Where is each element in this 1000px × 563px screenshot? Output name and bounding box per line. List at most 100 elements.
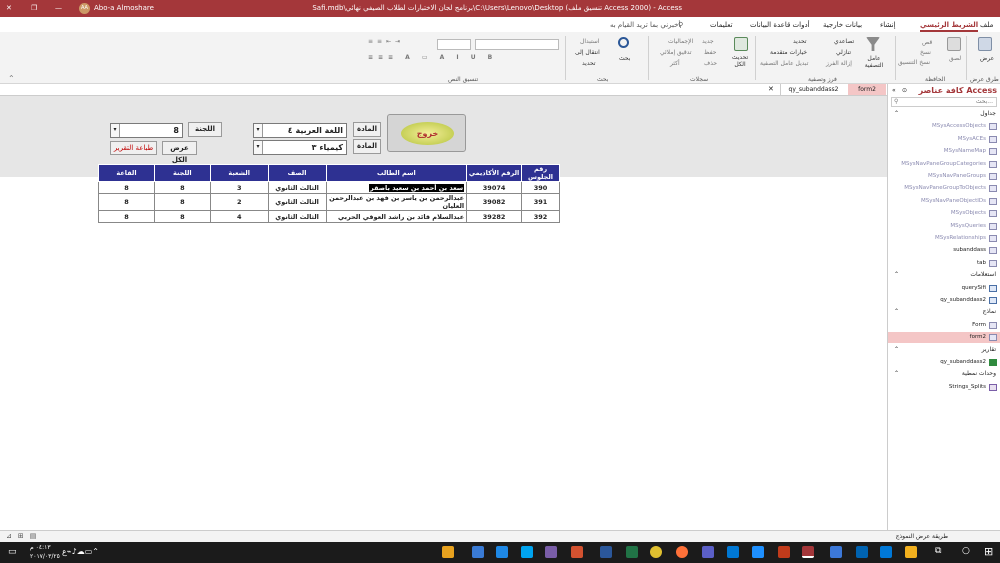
tab-external-data[interactable]: بيانات خارجية [823, 21, 862, 29]
view-switch-icons[interactable]: ⊿⊞▤ [6, 532, 42, 540]
nav-item[interactable]: Strings_Splits [888, 382, 1000, 393]
cell-grade[interactable]: الثالث الثانوي [267, 193, 327, 211]
nav-section-header[interactable]: تقارير [982, 346, 996, 353]
table-row[interactable]: 392 39282 عبدالسلام قائد بن راشد العوقي … [98, 210, 560, 223]
font-name-box[interactable] [475, 39, 559, 50]
table-row[interactable]: 390 39074 سعد بن أحمد بن سعيد باصقر الثا… [98, 181, 560, 194]
show-all-button[interactable]: عرض الكل [162, 141, 197, 164]
selection-button[interactable]: تحديد [793, 38, 807, 45]
filter-button[interactable]: عامل التصفية [863, 55, 885, 69]
filter-icon[interactable] [866, 37, 880, 51]
nav-item[interactable]: MSysNavPaneObjectIDs [888, 196, 1000, 207]
save-record-button[interactable]: حفظ [704, 49, 716, 56]
clock-date[interactable]: ٢٠١٧/٠٣/٢٥ [30, 553, 60, 560]
app-taskbar-icon[interactable] [496, 546, 508, 558]
cell-section[interactable]: 2 [209, 193, 269, 211]
cell-committee[interactable]: 8 [153, 181, 211, 194]
tell-me-box[interactable]: أخبرني بما تريد القيام به [610, 21, 680, 29]
nav-section-header[interactable]: استعلامات [970, 271, 996, 278]
start-icon[interactable]: ⊞ [984, 545, 993, 558]
goto-button[interactable]: انتقال إلى [575, 49, 600, 56]
ie-taskbar-icon[interactable] [752, 546, 764, 558]
paste-icon[interactable] [947, 37, 961, 51]
chevron-down-icon[interactable]: ▾ [254, 141, 263, 154]
more-button[interactable]: أكثر [670, 60, 680, 67]
firefox-taskbar-icon[interactable] [676, 546, 688, 558]
app-taskbar-icon[interactable] [521, 546, 533, 558]
view-button[interactable]: عرض [980, 55, 994, 62]
powerpoint-taskbar-icon[interactable] [778, 546, 790, 558]
tab-qy-subanddass2[interactable]: qy_subanddass2 [780, 84, 846, 95]
nav-item[interactable]: MSysObjects [888, 208, 1000, 219]
descending-button[interactable]: تنازلي [836, 49, 851, 56]
tab-create[interactable]: إنشاء [880, 21, 896, 29]
chrome-taskbar-icon[interactable] [650, 546, 662, 558]
committee-combo[interactable]: ▾ 8 [110, 123, 183, 138]
new-record-button[interactable]: جديد [702, 38, 714, 45]
app-taskbar-icon[interactable] [545, 546, 557, 558]
nav-item[interactable]: subanddass [888, 245, 1000, 256]
nav-item[interactable]: MSysNavPaneGroupToObjects [888, 183, 1000, 194]
nav-item[interactable]: MSysRelationships [888, 233, 1000, 244]
tab-help[interactable]: تعليمات [710, 21, 733, 29]
cell-seat[interactable]: 391 [521, 193, 560, 211]
word-taskbar-icon[interactable] [600, 546, 612, 558]
app-taskbar-icon[interactable] [727, 546, 739, 558]
nav-item[interactable]: qy_subanddass2 [888, 295, 1000, 306]
refresh-all-button[interactable]: تحديث الكل [730, 54, 750, 68]
collapse-pane-icon[interactable]: « [892, 87, 896, 94]
chevron-down-icon[interactable]: ▾ [254, 124, 263, 137]
find-icon[interactable] [618, 37, 629, 48]
nav-section-header[interactable]: نماذج [982, 308, 996, 315]
app-taskbar-icon[interactable] [571, 546, 583, 558]
cell-academic[interactable]: 39074 [466, 181, 523, 194]
tab-file[interactable]: ملف [980, 21, 993, 29]
table-row[interactable]: 391 39082 عبدالرحمن بن ياسر بن فهد بن عب… [98, 193, 560, 211]
remove-sort-button[interactable]: إزالة الفرز [826, 60, 852, 67]
app-taskbar-icon[interactable] [830, 546, 842, 558]
avatar[interactable]: AA [79, 3, 90, 14]
minimize-window-button[interactable]: — [55, 4, 62, 12]
app-taskbar-icon[interactable] [702, 546, 714, 558]
replace-button[interactable]: استبدال [580, 38, 600, 45]
select-button[interactable]: تحديد [582, 60, 596, 67]
cell-section[interactable]: 4 [209, 210, 269, 223]
user-name[interactable]: Abo-a Almoshare [94, 4, 154, 12]
print-report-button[interactable]: طباعة التقرير [110, 141, 157, 155]
notification-icon[interactable]: ▭ [8, 547, 17, 557]
cell-hall[interactable]: 8 [98, 181, 155, 194]
collapse-ribbon-icon[interactable]: ⌃ [8, 74, 15, 83]
cell-student-name[interactable]: عبدالرحمن بن ياسر بن فهد بن عبدالرحمن ال… [325, 193, 468, 211]
nav-title[interactable]: كافة عناصر Access [919, 86, 997, 95]
app-taskbar-icon[interactable] [472, 546, 484, 558]
list-format-icons[interactable]: ≡≡⇤⇥ [368, 38, 404, 45]
section-collapse-icon[interactable]: ⌃ [894, 370, 899, 377]
view-icon[interactable] [978, 37, 992, 51]
nav-item[interactable]: MSysQueries [888, 221, 1000, 232]
cell-grade[interactable]: الثالث الثانوي [267, 181, 327, 194]
tab-home[interactable]: الشريط الرئيسي [920, 21, 979, 32]
close-tab-icon[interactable]: ✕ [768, 85, 774, 93]
edge-taskbar-icon[interactable] [880, 546, 892, 558]
explorer-taskbar-icon[interactable] [442, 546, 454, 558]
cell-student-name[interactable]: عبدالسلام قائد بن راشد العوقي الحربي [325, 210, 468, 223]
toggle-filter-button[interactable]: تبديل عامل التصفية [760, 60, 808, 67]
nav-item[interactable]: MSysNameMap [888, 146, 1000, 157]
cut-button[interactable]: قص [922, 39, 932, 46]
ascending-button[interactable]: تصاعدي [834, 38, 854, 45]
cell-hall[interactable]: 8 [98, 193, 155, 211]
excel-taskbar-icon[interactable] [626, 546, 638, 558]
nav-menu-chevron-icon[interactable]: ⊙ [902, 87, 907, 94]
section-collapse-icon[interactable]: ⌃ [894, 110, 899, 117]
cell-grade[interactable]: الثالث الثانوي [267, 210, 327, 223]
cell-student-name[interactable]: سعد بن أحمد بن سعيد باصقر [325, 181, 468, 194]
clock-time[interactable]: ٠٤:١٣ م [30, 544, 51, 551]
cell-seat[interactable]: 390 [521, 181, 560, 194]
cell-seat[interactable]: 392 [521, 210, 560, 223]
exit-button[interactable]: خروج [387, 114, 466, 152]
section-collapse-icon[interactable]: ⌃ [894, 308, 899, 315]
cell-academic[interactable]: 39082 [466, 193, 523, 211]
task-view-icon[interactable]: ⧉ [935, 546, 941, 556]
nav-item[interactable]: tab [888, 258, 1000, 269]
cell-committee[interactable]: 8 [153, 210, 211, 223]
